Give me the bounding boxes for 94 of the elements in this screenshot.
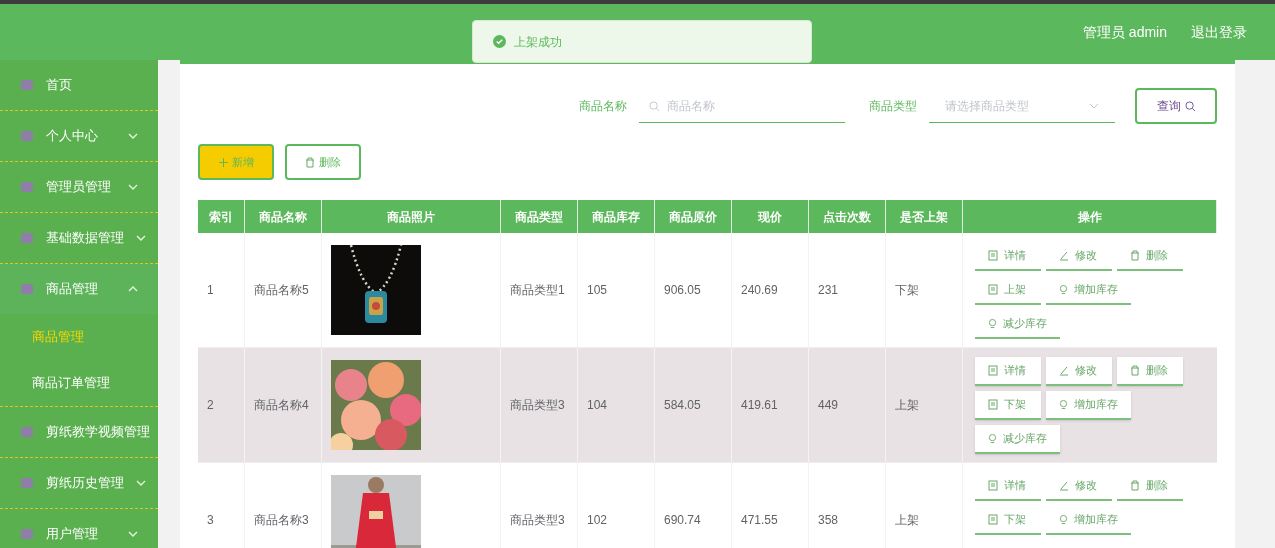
- table-cell-text: 690.74: [664, 512, 701, 529]
- table-cell-text: 商品类型3: [510, 397, 565, 414]
- table-cell-text: 上架: [895, 512, 919, 529]
- sidebar-item[interactable]: 基础数据管理: [46, 228, 124, 248]
- action-button[interactable]: 修改: [1046, 242, 1112, 271]
- menu-icon: [20, 78, 34, 92]
- action-button[interactable]: 删除: [1117, 242, 1183, 271]
- table-cell-text: 商品名称4: [254, 397, 309, 414]
- toast-message: 上架成功: [514, 33, 562, 51]
- table-cell-text: 584.05: [664, 397, 701, 414]
- pin-icon: [1059, 514, 1068, 525]
- table-cell-text: 下架: [895, 282, 919, 299]
- sidebar-item[interactable]: 商品管理: [46, 279, 116, 299]
- action-button[interactable]: 减少库存: [975, 425, 1060, 454]
- table-row[interactable]: 1 商品名称5 商品类型1 105 906.05 240.69 231 下架 详情 修改 删除 上架 增加库存 减少库存: [198, 233, 1217, 348]
- action-button[interactable]: 下架: [975, 506, 1041, 535]
- delete-button[interactable]: 删除: [285, 144, 361, 180]
- menu-icon: [20, 527, 34, 541]
- document-icon: [988, 250, 998, 261]
- table-cell-text: 102: [587, 512, 608, 529]
- action-button[interactable]: 详情: [975, 357, 1041, 386]
- pencil-icon: [1059, 250, 1069, 261]
- document-icon: [988, 284, 998, 295]
- document-icon: [988, 399, 998, 410]
- success-icon: [493, 35, 506, 48]
- table-cell-text: 商品名称5: [254, 282, 309, 299]
- sidebar-item[interactable]: 个人中心: [46, 126, 116, 146]
- table-cell-text: 1: [207, 282, 214, 299]
- menu-icon: [20, 180, 34, 194]
- table-cell-text: 240.69: [741, 282, 778, 299]
- search-icon: [1184, 100, 1196, 112]
- logout-link[interactable]: 退出登录: [1191, 21, 1247, 43]
- trash-icon: [305, 156, 315, 168]
- action-button[interactable]: 增加库存: [1046, 391, 1131, 420]
- action-button[interactable]: 删除: [1117, 357, 1183, 386]
- sidebar-item[interactable]: 管理员管理: [46, 177, 116, 197]
- field-label: 商品类型: [869, 98, 917, 115]
- menu-icon: [20, 129, 34, 143]
- action-button[interactable]: 修改: [1046, 472, 1112, 501]
- table-row[interactable]: 2 商品名称4 商品类型3 104 584.05 419.61 449 上架 详情 修改 删除 下架 增加库存 减少库存: [198, 348, 1217, 463]
- document-icon: [988, 365, 998, 376]
- menu-icon: [20, 425, 34, 439]
- pin-icon: [1059, 399, 1068, 410]
- table-cell-text: 104: [587, 397, 608, 414]
- user-name: 管理员 admin: [1082, 22, 1167, 42]
- pin-icon: [1059, 284, 1068, 295]
- submenu-item[interactable]: 商品管理: [0, 314, 158, 360]
- menu-icon: [20, 231, 34, 245]
- pencil-icon: [1059, 365, 1069, 376]
- field-label: 商品名称: [579, 98, 627, 115]
- pin-icon: [988, 318, 997, 329]
- table-cell-text: 商品名称3: [254, 512, 309, 529]
- sidebar-item[interactable]: 剪纸教学视频管理: [46, 422, 150, 442]
- submenu-item[interactable]: 商品订单管理: [0, 360, 158, 406]
- action-button[interactable]: 上架: [975, 276, 1041, 305]
- table-cell-text: 231: [818, 282, 839, 299]
- table-cell-text: 419.61: [741, 397, 778, 414]
- menu-icon: [20, 476, 34, 490]
- add-button[interactable]: 新增: [198, 144, 274, 180]
- menu-icon: [20, 282, 34, 296]
- query-button[interactable]: 查询: [1135, 88, 1217, 124]
- search-icon: [649, 101, 660, 112]
- action-button[interactable]: 详情: [975, 242, 1041, 271]
- table-cell-text: 471.55: [741, 512, 778, 529]
- action-button[interactable]: 下架: [975, 391, 1041, 420]
- table-cell-text: 商品类型3: [510, 512, 565, 529]
- action-button[interactable]: 修改: [1046, 357, 1112, 386]
- sidebar-item[interactable]: 剪纸历史管理: [46, 473, 124, 493]
- table-cell-text: 906.05: [664, 282, 701, 299]
- table-cell-text: 358: [818, 512, 839, 529]
- sidebar-item[interactable]: 首页: [46, 75, 138, 95]
- table-cell-text: 105: [587, 282, 608, 299]
- action-button[interactable]: 详情: [975, 472, 1041, 501]
- chevron-down-icon: [1089, 102, 1099, 109]
- document-icon: [988, 480, 998, 491]
- type-select[interactable]: 请选择商品类型: [929, 89, 1115, 123]
- action-button[interactable]: 增加库存: [1046, 276, 1131, 305]
- action-button[interactable]: 减少库存: [975, 310, 1060, 339]
- action-button[interactable]: 删除: [1117, 472, 1183, 501]
- table-cell-text: 3: [207, 512, 214, 529]
- action-button[interactable]: 增加库存: [1046, 506, 1131, 535]
- plus-icon: [218, 157, 228, 167]
- sidebar-item[interactable]: 用户管理: [46, 524, 116, 544]
- table-cell-text: 2: [207, 397, 214, 414]
- trash-icon: [1130, 365, 1140, 376]
- pin-icon: [988, 433, 997, 444]
- search-field[interactable]: 商品名称: [639, 89, 845, 123]
- trash-icon: [1130, 480, 1140, 491]
- table-cell-text: 449: [818, 397, 839, 414]
- document-icon: [988, 514, 998, 525]
- pencil-icon: [1059, 480, 1069, 491]
- table-cell-text: 上架: [895, 397, 919, 414]
- table-cell-text: 商品类型1: [510, 282, 565, 299]
- trash-icon: [1130, 250, 1140, 261]
